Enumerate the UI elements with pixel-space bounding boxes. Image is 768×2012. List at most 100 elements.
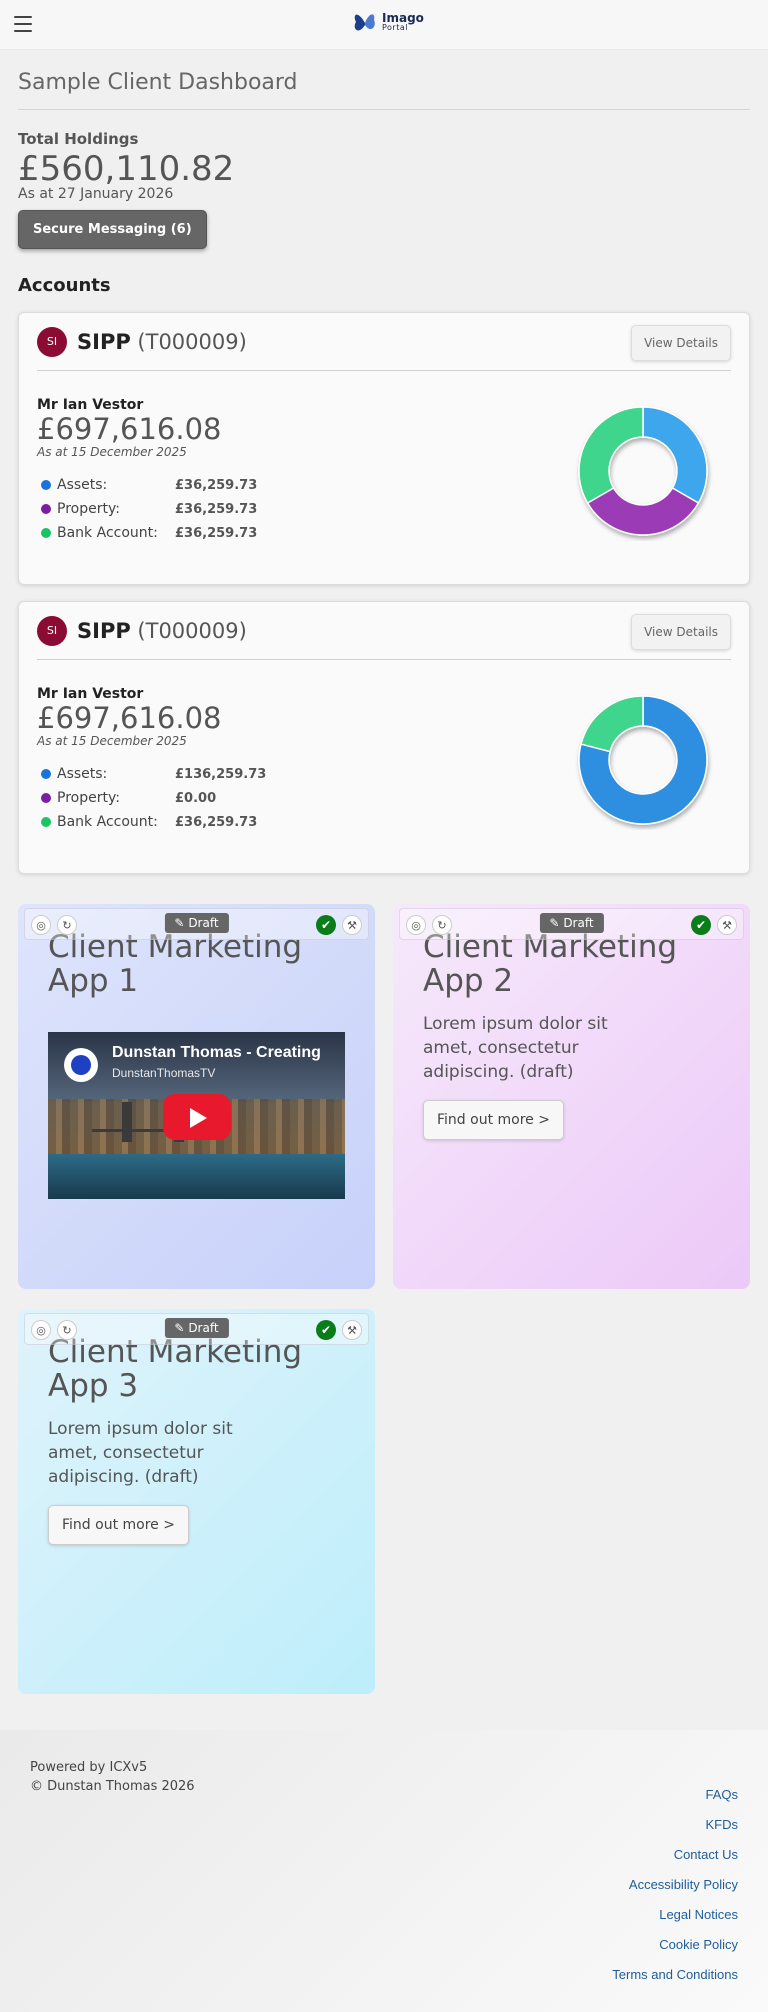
view-details-button[interactable]: View Details xyxy=(631,325,731,361)
footer-link-cookie-policy[interactable]: Cookie Policy xyxy=(612,1930,738,1960)
tile-toolbar: ◎ ↻ ✎ Draft ✔ ⚒ xyxy=(399,908,744,940)
marketing-tiles: ◎ ↻ ✎ Draft ✔ ⚒ Client Marketing App 1 D… xyxy=(18,904,750,1694)
refresh-icon[interactable]: ↻ xyxy=(432,915,452,935)
marketing-tile: ◎ ↻ ✎ Draft ✔ ⚒ Client Marketing App 2 L… xyxy=(393,904,750,1289)
pencil-icon: ✎ xyxy=(174,916,185,930)
draft-label: Draft xyxy=(563,916,594,930)
draft-badge[interactable]: ✎ Draft xyxy=(164,1318,229,1338)
footer-link-kfds[interactable]: KFDs xyxy=(612,1810,739,1840)
account-badge: SI xyxy=(37,615,67,646)
top-bar: Imago Portal xyxy=(0,0,768,50)
footer-link-accessibility-policy[interactable]: Accessibility Policy xyxy=(612,1870,738,1900)
account-card: SI SIPP (T000009) View Details Mr Ian Ve… xyxy=(18,312,750,585)
pencil-icon: ✎ xyxy=(174,1321,185,1335)
footer-link-terms-and-conditions[interactable]: Terms and Conditions xyxy=(612,1960,738,1990)
refresh-icon[interactable]: ↻ xyxy=(57,915,77,935)
footer-link-contact-us[interactable]: Contact Us xyxy=(612,1840,738,1870)
hide-icon[interactable]: ◎ xyxy=(31,915,51,935)
pencil-icon: ✎ xyxy=(549,916,560,930)
accounts-heading: Accounts xyxy=(18,275,111,296)
video-title[interactable]: Dunstan Thomas - Creating xyxy=(112,1044,321,1062)
tile-text: Lorem ipsum dolor sit amet, consectetur … xyxy=(423,1014,608,1082)
assets-dot-icon xyxy=(41,769,51,779)
butterfly-logo-icon xyxy=(354,14,375,31)
video-channel[interactable]: DunstanThomasTV xyxy=(112,1066,215,1080)
breakdown-label: Property: xyxy=(57,790,120,806)
refresh-icon[interactable]: ↻ xyxy=(57,1320,77,1340)
account-code: (T000009) xyxy=(137,329,247,354)
total-holdings-date: As at 27 January 2026 xyxy=(18,186,174,202)
property-dot-icon xyxy=(41,504,51,514)
tile-toolbar: ◎ ↻ ✎ Draft ✔ ⚒ xyxy=(24,908,369,940)
footer: Powered by ICXv5 © Dunstan Thomas 2026 F… xyxy=(0,1730,768,2012)
account-name: SIPP (T000009) xyxy=(77,619,247,643)
account-card: SI SIPP (T000009) View Details Mr Ian Ve… xyxy=(18,601,750,874)
account-type: SIPP xyxy=(77,329,131,354)
check-icon[interactable]: ✔ xyxy=(316,1320,336,1340)
hide-icon[interactable]: ◎ xyxy=(406,915,426,935)
holdings-donut-chart[interactable] xyxy=(573,401,713,541)
check-icon[interactable]: ✔ xyxy=(316,915,336,935)
main-content: Sample Client Dashboard Total Holdings £… xyxy=(0,50,768,1694)
powered-by: Powered by ICXv5 xyxy=(30,1760,148,1775)
tile-title: Client Marketing App 2 xyxy=(423,930,720,998)
logo-name: Imago xyxy=(382,11,424,25)
marketing-tile: ◎ ↻ ✎ Draft ✔ ⚒ Client Marketing App 1 D… xyxy=(18,904,375,1289)
marketing-tile: ◎ ↻ ✎ Draft ✔ ⚒ Client Marketing App 3 L… xyxy=(18,1309,375,1694)
breakdown-label: Assets: xyxy=(57,477,108,493)
find-out-more-button[interactable]: Find out more > xyxy=(423,1100,564,1140)
total-holdings-label: Total Holdings xyxy=(18,130,139,148)
bank-account-dot-icon xyxy=(41,817,51,827)
tile-title-line: App 1 xyxy=(48,963,139,999)
footer-links: FAQs KFDs Contact Us Accessibility Polic… xyxy=(612,1780,738,1990)
draft-badge[interactable]: ✎ Draft xyxy=(164,913,229,933)
donut-slice-bank-account[interactable] xyxy=(580,695,644,753)
breakdown-label: Assets: xyxy=(57,766,108,782)
breakdown-value: £36,259.73 xyxy=(175,814,258,830)
tile-title: Client Marketing App 1 xyxy=(48,930,345,998)
page-title: Sample Client Dashboard xyxy=(18,50,750,110)
footer-link-faqs[interactable]: FAQs xyxy=(612,1780,738,1810)
tile-title-line: App 3 xyxy=(48,1368,139,1404)
account-code: (T000009) xyxy=(137,618,247,643)
tile-title-line: App 2 xyxy=(423,963,514,999)
property-dot-icon xyxy=(41,793,51,803)
bank-account-dot-icon xyxy=(41,528,51,538)
tile-toolbar: ◎ ↻ ✎ Draft ✔ ⚒ xyxy=(24,1313,369,1345)
draft-label: Draft xyxy=(188,1321,219,1335)
breakdown-label: Bank Account: xyxy=(57,525,158,541)
account-badge: SI xyxy=(37,326,67,357)
breakdown-value: £0.00 xyxy=(175,790,217,806)
holdings-donut-chart[interactable] xyxy=(573,690,713,830)
breakdown-label: Property: xyxy=(57,501,120,517)
check-icon[interactable]: ✔ xyxy=(691,915,711,935)
logo-subtitle: Portal xyxy=(382,23,408,32)
breakdown-value: £36,259.73 xyxy=(175,477,258,493)
breakdown-value: £36,259.73 xyxy=(175,525,258,541)
donut-slice-property[interactable] xyxy=(586,486,700,536)
donut-slice-assets[interactable] xyxy=(642,406,708,505)
breakdown-value: £36,259.73 xyxy=(175,501,258,517)
wrench-icon[interactable]: ⚒ xyxy=(342,915,362,935)
account-header: SI SIPP (T000009) View Details xyxy=(37,313,731,371)
draft-badge[interactable]: ✎ Draft xyxy=(539,913,604,933)
draft-label: Draft xyxy=(188,916,219,930)
assets-dot-icon xyxy=(41,480,51,490)
video-embed[interactable]: Dunstan Thomas - Creating DunstanThomasT… xyxy=(48,1032,345,1199)
secure-messaging-button[interactable]: Secure Messaging (6) xyxy=(18,210,207,249)
menu-icon[interactable] xyxy=(14,16,32,32)
hide-icon[interactable]: ◎ xyxy=(31,1320,51,1340)
account-header: SI SIPP (T000009) View Details xyxy=(37,602,731,660)
wrench-icon[interactable]: ⚒ xyxy=(342,1320,362,1340)
account-name: SIPP (T000009) xyxy=(77,330,247,354)
account-type: SIPP xyxy=(77,618,131,643)
logo[interactable]: Imago Portal xyxy=(352,8,424,38)
donut-slice-bank-account[interactable] xyxy=(578,406,644,505)
wrench-icon[interactable]: ⚒ xyxy=(717,915,737,935)
footer-link-legal-notices[interactable]: Legal Notices xyxy=(612,1900,738,1930)
play-button-icon[interactable] xyxy=(163,1094,231,1140)
view-details-button[interactable]: View Details xyxy=(631,614,731,650)
find-out-more-button[interactable]: Find out more > xyxy=(48,1505,189,1545)
channel-logo-icon[interactable] xyxy=(64,1048,98,1082)
total-holdings-value: £560,110.82 xyxy=(18,149,235,189)
